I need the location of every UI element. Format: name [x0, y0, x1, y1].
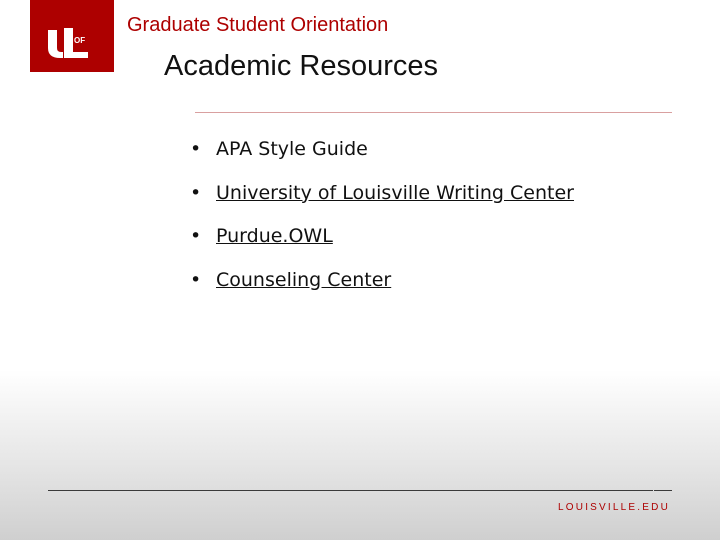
title-divider — [195, 112, 672, 113]
writing-center-link[interactable]: University of Louisville Writing Center — [216, 182, 574, 204]
counseling-center-link[interactable]: Counseling Center — [216, 269, 391, 291]
list-item: • Counseling Center — [190, 269, 574, 313]
bullet-icon: • — [190, 181, 202, 204]
footer-divider-end — [654, 490, 672, 491]
university-logo: OF — [30, 0, 114, 72]
apa-style-guide-text: APA Style Guide — [216, 138, 368, 160]
footer-url: LOUISVILLE.EDU — [558, 502, 670, 513]
list-item: • University of Louisville Writing Cente… — [190, 182, 574, 226]
purdue-owl-link[interactable]: Purdue.OWL — [216, 225, 333, 247]
bullet-icon: • — [190, 225, 202, 247]
svg-text:OF: OF — [74, 36, 85, 45]
slide-title: Academic Resources — [164, 50, 438, 82]
resource-list: • APA Style Guide • University of Louisv… — [190, 138, 574, 312]
list-item: • Purdue.OWL — [190, 225, 574, 269]
list-item: • APA Style Guide — [190, 138, 574, 182]
bullet-icon: • — [190, 138, 202, 160]
bullet-icon: • — [190, 268, 202, 291]
header-text: Graduate Student Orientation — [127, 14, 389, 36]
ul-logo-icon: OF — [48, 28, 88, 58]
footer-divider — [48, 490, 653, 491]
